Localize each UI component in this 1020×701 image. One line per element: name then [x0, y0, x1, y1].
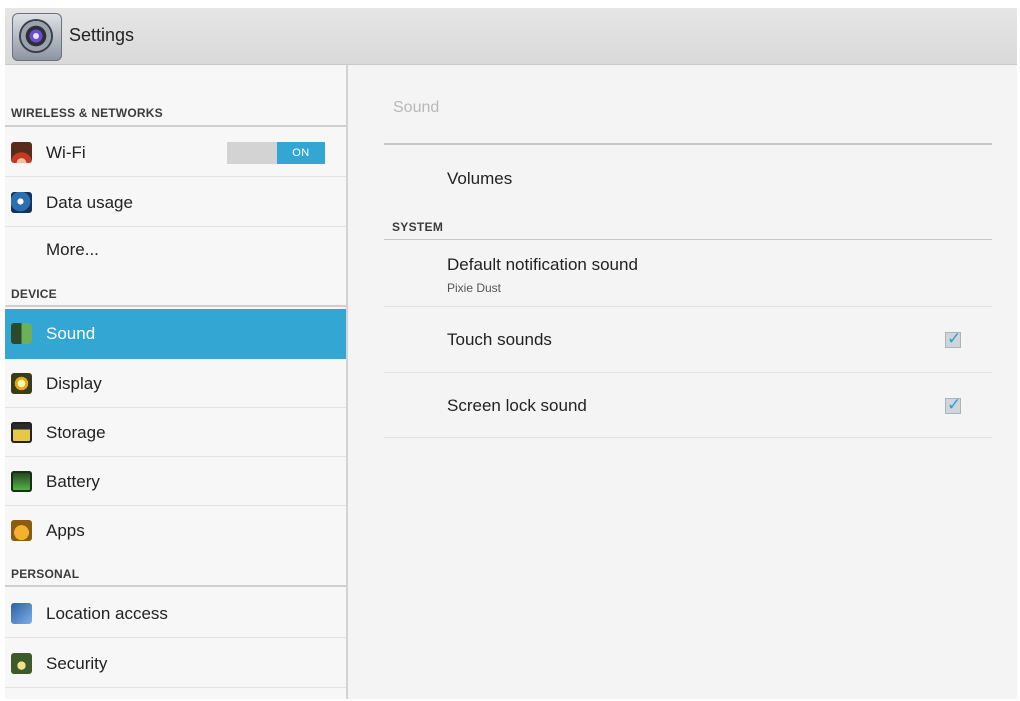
- sidebar-item-label: Data usage: [46, 193, 133, 212]
- sidebar-item-label: Sound: [46, 324, 96, 343]
- pane-title: Sound: [393, 99, 440, 116]
- wifi-toggle[interactable]: ON: [227, 142, 325, 164]
- pref-title: Screen lock sound: [447, 396, 587, 415]
- section-divider: [5, 305, 346, 307]
- section-header-device: DEVICE: [11, 287, 57, 301]
- sidebar-item-label: Apps: [46, 521, 85, 540]
- screen-lock-sound-checkbox[interactable]: ✓: [945, 395, 962, 415]
- app-title: Settings: [69, 25, 135, 45]
- sound-icon: [11, 323, 32, 344]
- sidebar-item-label: More...: [46, 240, 99, 259]
- battery-icon: [11, 471, 32, 492]
- sidebar-item-security[interactable]: Security: [5, 639, 346, 688]
- sidebar-item-label: Security: [46, 654, 108, 673]
- touch-sounds-checkbox[interactable]: ✓: [945, 329, 962, 349]
- lock-icon: [11, 653, 32, 674]
- touch-sounds-item[interactable]: Touch sounds ✓: [384, 307, 992, 373]
- sidebar-item-label: Storage: [46, 423, 106, 442]
- display-icon: [11, 373, 32, 394]
- sidebar-item-apps[interactable]: Apps: [5, 506, 346, 550]
- default-notification-sound-item[interactable]: Default notification sound Pixie Dust: [384, 240, 992, 307]
- wifi-icon: [11, 142, 32, 163]
- checkmark-icon: ✓: [947, 395, 962, 415]
- pref-summary: Pixie Dust: [447, 281, 502, 295]
- volumes-item[interactable]: Volumes: [384, 147, 992, 209]
- wifi-toggle-on: ON: [277, 142, 325, 164]
- pref-title: Volumes: [447, 169, 513, 188]
- sound-settings-pane: Sound Volumes SYSTEM Default notificatio…: [348, 65, 1017, 699]
- pref-title: Touch sounds: [447, 330, 552, 349]
- location-icon: [11, 603, 32, 624]
- sidebar-item-sound[interactable]: Sound: [5, 309, 346, 359]
- sidebar-item-label: Battery: [46, 472, 100, 491]
- apps-icon: [11, 520, 32, 541]
- sidebar-item-display[interactable]: Display: [5, 359, 346, 408]
- settings-gear-icon[interactable]: [12, 13, 62, 61]
- sidebar-item-storage[interactable]: Storage: [5, 408, 346, 457]
- sidebar-item-more[interactable]: More...: [5, 227, 346, 270]
- action-bar: Settings: [5, 8, 1017, 65]
- storage-icon: [11, 422, 32, 443]
- section-header-personal: PERSONAL: [11, 567, 80, 581]
- sidebar-item-data-usage[interactable]: Data usage: [5, 178, 346, 227]
- sidebar-item-location-access[interactable]: Location access: [5, 589, 346, 638]
- data-usage-icon: [11, 192, 32, 213]
- title-divider: [384, 143, 992, 145]
- pref-title: Default notification sound: [447, 255, 638, 274]
- section-header-wireless: WIRELESS & NETWORKS: [11, 106, 163, 120]
- section-divider: [5, 125, 346, 127]
- sidebar-item-label: Wi-Fi: [46, 143, 86, 162]
- section-divider: [5, 585, 346, 587]
- screen-lock-sound-item[interactable]: Screen lock sound ✓: [384, 373, 992, 438]
- sidebar-item-battery[interactable]: Battery: [5, 457, 346, 506]
- settings-sidebar: WIRELESS & NETWORKS Wi-Fi ON Data usage …: [5, 65, 348, 699]
- checkmark-icon: ✓: [947, 329, 962, 349]
- sidebar-item-wifi[interactable]: Wi-Fi ON: [5, 128, 346, 177]
- gear-center: [33, 33, 39, 39]
- sidebar-item-label: Display: [46, 374, 102, 393]
- sidebar-item-label: Location access: [46, 604, 168, 623]
- settings-screen: Settings WIRELESS & NETWORKS Wi-Fi ON Da…: [5, 8, 1017, 699]
- section-header-system: SYSTEM: [392, 220, 444, 234]
